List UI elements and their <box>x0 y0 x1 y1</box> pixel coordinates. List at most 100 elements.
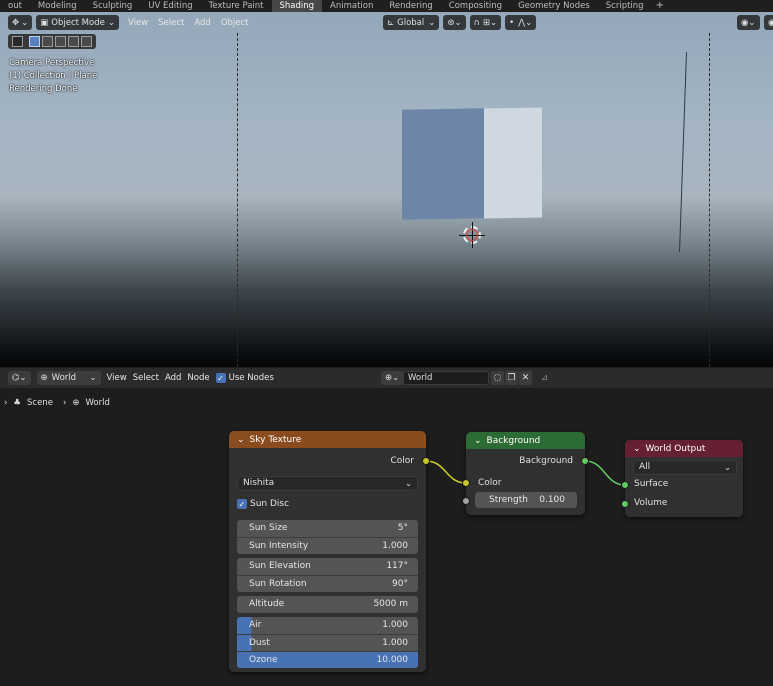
select-extend-icon[interactable] <box>42 36 53 47</box>
strength-field[interactable]: Strength 0.100 <box>475 492 577 508</box>
sky-texture-header[interactable]: ⌄ Sky Texture <box>229 431 426 448</box>
viewport-menu-select[interactable]: Select <box>158 18 184 28</box>
cube-face-right[interactable] <box>484 107 542 219</box>
pivot-point-dropdown[interactable]: ⊛ ⌄ <box>443 15 466 30</box>
shader-type-dropdown[interactable]: ⊕ World ⌄ <box>36 371 101 385</box>
shader-type-label: World <box>51 373 77 383</box>
chevron-down-icon: ⌄ <box>19 373 27 383</box>
world-output-title: World Output <box>645 443 706 454</box>
tab-compositing[interactable]: Compositing <box>441 0 510 12</box>
altitude-value: 5000 m <box>373 599 408 609</box>
proportional-editing-toggle[interactable]: • ⋀ ⌄ <box>505 15 537 30</box>
sun-intensity-field[interactable]: Sun Intensity 1.000 <box>237 537 418 554</box>
sky-type-dropdown[interactable]: Nishita ⌄ <box>237 476 418 491</box>
tab-animation[interactable]: Animation <box>322 0 381 12</box>
transform-gizmo-icon: ✥ <box>12 17 20 28</box>
select-invert-icon[interactable] <box>68 36 79 47</box>
world-globe-icon: ⊕ <box>72 398 80 408</box>
tab-sculpting[interactable]: Sculpting <box>85 0 141 12</box>
sun-intensity-label: Sun Intensity <box>249 541 309 551</box>
chevron-down-icon: ⌄ <box>489 17 498 28</box>
sun-elevation-field[interactable]: Sun Elevation 117° <box>237 558 418 575</box>
volume-socket[interactable] <box>621 500 629 508</box>
sky-output-color-socket[interactable] <box>422 457 430 465</box>
world-output-node[interactable]: ⌄ World Output All ⌄ Surface Volume <box>621 440 743 517</box>
sun-size-field[interactable]: Sun Size 5° <box>237 520 418 537</box>
chevron-down-icon: ⌄ <box>525 17 533 28</box>
breadcrumb-scene[interactable]: Scene <box>27 398 53 408</box>
visibility-dropdown[interactable]: ◉ ⌄ <box>737 15 760 30</box>
sun-disc-label: Sun Disc <box>250 499 290 509</box>
object-mode-dropdown[interactable]: ▣ Object Mode ⌄ <box>36 15 119 30</box>
node-menu-select[interactable]: Select <box>133 373 159 383</box>
tab-texture-paint[interactable]: Texture Paint <box>201 0 272 12</box>
sky-type-label: Nishita <box>243 478 275 488</box>
tab-layout[interactable]: out <box>0 0 30 12</box>
sun-disc-checkbox[interactable]: ✓ <box>237 499 247 509</box>
air-field[interactable]: Air 1.000 <box>237 617 418 634</box>
fake-user-shield-icon[interactable]: ◌ <box>491 371 504 385</box>
tab-geometry-nodes[interactable]: Geometry Nodes <box>510 0 598 12</box>
node-editor-header: ⌬ ⌄ ⊕ World ⌄ View Select Add Node ✓ Use … <box>0 368 773 388</box>
strength-socket[interactable] <box>462 497 470 505</box>
collapse-chevron-icon[interactable]: ⌄ <box>633 444 641 454</box>
transform-orientation-dropdown[interactable]: ⊾ Global ⌄ <box>383 15 440 30</box>
node-menu-view[interactable]: View <box>107 373 127 383</box>
tweak-tool-icon[interactable] <box>12 36 23 47</box>
3d-viewport[interactable]: ✥ ⌄ ▣ Object Mode ⌄ View Select Add Objec… <box>0 12 773 367</box>
select-new-icon[interactable] <box>29 36 40 47</box>
tab-shading[interactable]: Shading <box>271 0 323 12</box>
select-subtract-icon[interactable] <box>55 36 66 47</box>
gizmo-dropdown[interactable]: ◉ <box>764 15 773 30</box>
tab-modeling[interactable]: Modeling <box>30 0 85 12</box>
breadcrumb-world[interactable]: World <box>85 398 109 408</box>
sky-texture-node[interactable]: ⌄ Sky Texture Color Nishita ⌄ ✓ Sun Disc… <box>229 431 430 672</box>
ozone-value: 10.000 <box>376 655 409 665</box>
dust-field[interactable]: Dust 1.000 <box>237 634 418 651</box>
collapse-chevron-icon[interactable]: ⌄ <box>474 436 482 446</box>
editor-type-dropdown[interactable]: ⌬ ⌄ <box>8 371 31 385</box>
node-menu-add[interactable]: Add <box>165 373 181 383</box>
sun-rotation-field[interactable]: Sun Rotation 90° <box>237 575 418 592</box>
sun-disc-row[interactable]: ✓ Sun Disc <box>237 499 289 509</box>
chevron-down-icon: ⌄ <box>392 373 400 383</box>
collapse-chevron-icon[interactable]: ⌄ <box>237 435 245 445</box>
add-workspace-icon[interactable]: + <box>652 0 668 12</box>
world-globe-icon: ⊕ <box>40 373 48 383</box>
world-output-header[interactable]: ⌄ World Output <box>625 440 743 457</box>
surface-socket[interactable] <box>621 481 629 489</box>
select-intersect-icon[interactable] <box>81 36 92 47</box>
node-menu-node[interactable]: Node <box>187 373 209 383</box>
viewport-menu-view[interactable]: View <box>128 18 148 28</box>
world-browse-dropdown[interactable]: ⊕ ⌄ <box>381 371 404 385</box>
render-target-dropdown[interactable]: All ⌄ <box>633 460 737 475</box>
viewport-menu-object[interactable]: Object <box>221 18 249 28</box>
use-nodes-label: Use Nodes <box>228 373 274 383</box>
link-sky-to-background <box>425 460 467 484</box>
background-header[interactable]: ⌄ Background <box>466 432 585 449</box>
sun-size-value: 5° <box>397 523 408 533</box>
cube-face-left[interactable] <box>402 108 484 220</box>
sun-elevation-label: Sun Elevation <box>249 561 311 571</box>
tab-rendering[interactable]: Rendering <box>381 0 440 12</box>
render-status-text: Rendering Done <box>9 84 78 94</box>
unlink-world-icon[interactable]: ✕ <box>519 371 532 385</box>
ozone-field[interactable]: Ozone 10.000 <box>237 651 418 668</box>
background-color-socket[interactable] <box>462 479 470 487</box>
use-nodes-checkbox[interactable]: ✓ <box>215 373 226 383</box>
shader-node-editor[interactable]: ⌬ ⌄ ⊕ World ⌄ View Select Add Node ✓ Use … <box>0 368 773 686</box>
tab-uv-editing[interactable]: UV Editing <box>140 0 200 12</box>
duplicate-world-icon[interactable]: ❐ <box>505 371 518 385</box>
world-name-field[interactable]: World <box>403 371 489 385</box>
altitude-field[interactable]: Altitude 5000 m <box>237 596 418 613</box>
3d-cursor-icon[interactable] <box>459 222 485 248</box>
pin-icon[interactable]: ⊿ <box>538 371 551 385</box>
orientation-axes-icon: ⊾ <box>387 17 395 28</box>
background-output-socket[interactable] <box>581 457 589 465</box>
background-node[interactable]: ⌄ Background Background Color Strength 0… <box>462 432 589 515</box>
chevron-right-icon: › <box>4 398 8 408</box>
snapping-toggle[interactable]: ∩ ⊞ ⌄ <box>469 15 502 30</box>
tab-scripting[interactable]: Scripting <box>598 0 652 12</box>
editor-type-button[interactable]: ✥ ⌄ <box>8 15 33 30</box>
viewport-menu-add[interactable]: Add <box>194 18 210 28</box>
